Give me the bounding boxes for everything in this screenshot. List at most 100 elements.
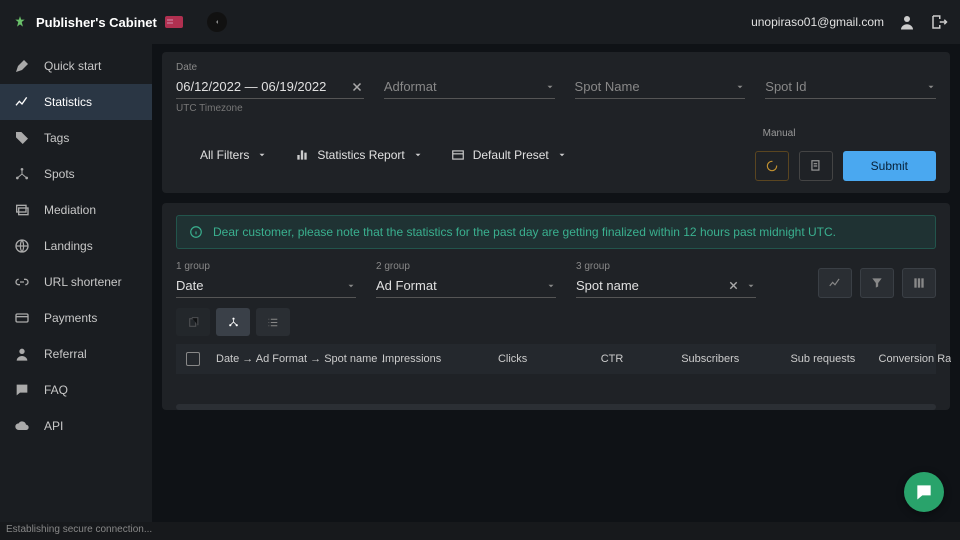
sidebar-item-label: API	[44, 419, 63, 433]
clear-group3-icon[interactable]	[726, 279, 740, 293]
logout-icon[interactable]	[930, 13, 948, 31]
results-panel: Dear customer, please note that the stat…	[162, 203, 950, 410]
table-header: Date → Ad Format → Spot name ↓ Impressio…	[176, 344, 936, 374]
default-preset-button[interactable]: Default Preset	[451, 148, 567, 162]
all-filters-button[interactable]: All Filters	[200, 148, 267, 162]
chat-bubble-icon	[914, 482, 934, 502]
chevron-down-icon	[926, 82, 936, 92]
spotname-field[interactable]: Spot Name	[575, 62, 746, 99]
notice-banner: Dear customer, please note that the stat…	[176, 215, 936, 249]
refresh-button[interactable]	[755, 151, 789, 181]
th-conversion[interactable]: Conversion Ra	[871, 353, 951, 365]
columns-button[interactable]	[902, 268, 936, 298]
rocket-icon	[14, 58, 30, 74]
adformat-field[interactable]: Adformat	[384, 62, 555, 99]
sidebar-item-landings[interactable]: Landings	[0, 228, 152, 264]
group2-field[interactable]: 2 group Ad Format	[376, 261, 556, 298]
info-icon	[189, 225, 203, 239]
sidebar-item-referral[interactable]: Referral	[0, 336, 152, 372]
chevron-down-icon	[346, 281, 356, 291]
spotid-text: Spot Id	[765, 79, 806, 94]
sidebar-item-label: URL shortener	[44, 275, 122, 289]
spotid-field[interactable]: Spot Id	[765, 62, 936, 99]
edit-flag-icon	[165, 16, 183, 28]
th-path[interactable]: Date → Ad Format → Spot name ↓	[216, 353, 366, 365]
filter-columns-button[interactable]	[860, 268, 894, 298]
group3-label: 3 group	[576, 261, 756, 272]
brand-title: Publisher's Cabinet	[36, 15, 157, 30]
th-ctr[interactable]: CTR	[543, 353, 623, 365]
date-hint: UTC Timezone	[176, 103, 364, 114]
stats-table: Date → Ad Format → Spot name ↓ Impressio…	[176, 344, 936, 410]
select-all-checkbox[interactable]	[186, 352, 200, 366]
sidebar-item-quickstart[interactable]: Quick start	[0, 48, 152, 84]
sidebar-item-label: Tags	[44, 131, 69, 145]
sidebar-item-statistics[interactable]: Statistics	[0, 84, 152, 120]
sidebar-item-label: FAQ	[44, 383, 68, 397]
chevron-down-icon	[735, 82, 745, 92]
th-subreq[interactable]: Sub requests	[755, 353, 855, 365]
chevron-down-icon	[413, 150, 423, 160]
sidebar: Quick start Statistics Tags Spots Mediat…	[0, 44, 152, 522]
group3-value: Spot name	[576, 278, 639, 293]
stats-report-button[interactable]: Statistics Report	[295, 148, 422, 162]
th-impressions[interactable]: Impressions	[382, 353, 441, 365]
status-bar: Establishing secure connection...	[0, 522, 960, 540]
sidebar-collapse-button[interactable]	[207, 12, 227, 32]
table-body	[176, 374, 936, 402]
header: Publisher's Cabinet unopiraso01@gmail.co…	[0, 0, 960, 44]
main: Date 06/12/2022 — 06/19/2022 UTC Timezon…	[152, 44, 960, 522]
sidebar-item-label: Spots	[44, 167, 75, 181]
chart-icon	[14, 94, 30, 110]
filter-panel: Date 06/12/2022 — 06/19/2022 UTC Timezon…	[162, 52, 950, 193]
sidebar-item-faq[interactable]: FAQ	[0, 372, 152, 408]
layers-icon	[14, 202, 30, 218]
th-clicks[interactable]: Clicks	[457, 353, 527, 365]
sidebar-item-api[interactable]: API	[0, 408, 152, 444]
report-icon	[295, 148, 309, 162]
group3-field[interactable]: 3 group Spot name	[576, 261, 756, 298]
chat-fab[interactable]	[904, 472, 944, 512]
account-icon[interactable]	[898, 13, 916, 31]
person-icon	[14, 346, 30, 362]
chat-icon	[14, 382, 30, 398]
submit-button[interactable]: Submit	[843, 151, 936, 181]
all-filters-label: All Filters	[200, 148, 249, 162]
sidebar-item-mediation[interactable]: Mediation	[0, 192, 152, 228]
horizontal-scrollbar[interactable]	[176, 404, 936, 410]
group2-label: 2 group	[376, 261, 556, 272]
preset-icon	[451, 148, 465, 162]
sidebar-item-label: Referral	[44, 347, 87, 361]
date-field[interactable]: Date 06/12/2022 — 06/19/2022 UTC Timezon…	[176, 62, 364, 114]
sidebar-item-label: Landings	[44, 239, 93, 253]
adformat-text: Adformat	[384, 79, 437, 94]
sidebar-item-tags[interactable]: Tags	[0, 120, 152, 156]
list-view-button[interactable]	[256, 308, 290, 336]
sidebar-item-urlshortener[interactable]: URL shortener	[0, 264, 152, 300]
cloud-icon	[14, 418, 30, 434]
date-label: Date	[176, 62, 364, 73]
header-right: unopiraso01@gmail.com	[751, 13, 948, 31]
th-subscribers[interactable]: Subscribers	[639, 353, 739, 365]
tag-icon	[14, 130, 30, 146]
chart-view-button[interactable]	[818, 268, 852, 298]
date-value: 06/12/2022 — 06/19/2022	[176, 79, 326, 94]
globe-icon	[14, 238, 30, 254]
link-icon	[14, 274, 30, 290]
sidebar-item-label: Statistics	[44, 95, 92, 109]
chevron-down-icon	[546, 281, 556, 291]
sidebar-item-spots[interactable]: Spots	[0, 156, 152, 192]
brand: Publisher's Cabinet	[12, 12, 227, 32]
group1-field[interactable]: 1 group Date	[176, 261, 356, 298]
copy-button[interactable]	[176, 308, 210, 336]
stats-report-label: Statistics Report	[317, 148, 404, 162]
tree-view-button[interactable]	[216, 308, 250, 336]
logo-icon	[12, 14, 28, 30]
sidebar-item-payments[interactable]: Payments	[0, 300, 152, 336]
card-icon	[14, 310, 30, 326]
manual-label: Manual	[763, 128, 796, 139]
sidebar-item-label: Quick start	[44, 59, 101, 73]
clear-date-icon[interactable]	[350, 80, 364, 94]
default-preset-label: Default Preset	[473, 148, 549, 162]
export-button[interactable]	[799, 151, 833, 181]
